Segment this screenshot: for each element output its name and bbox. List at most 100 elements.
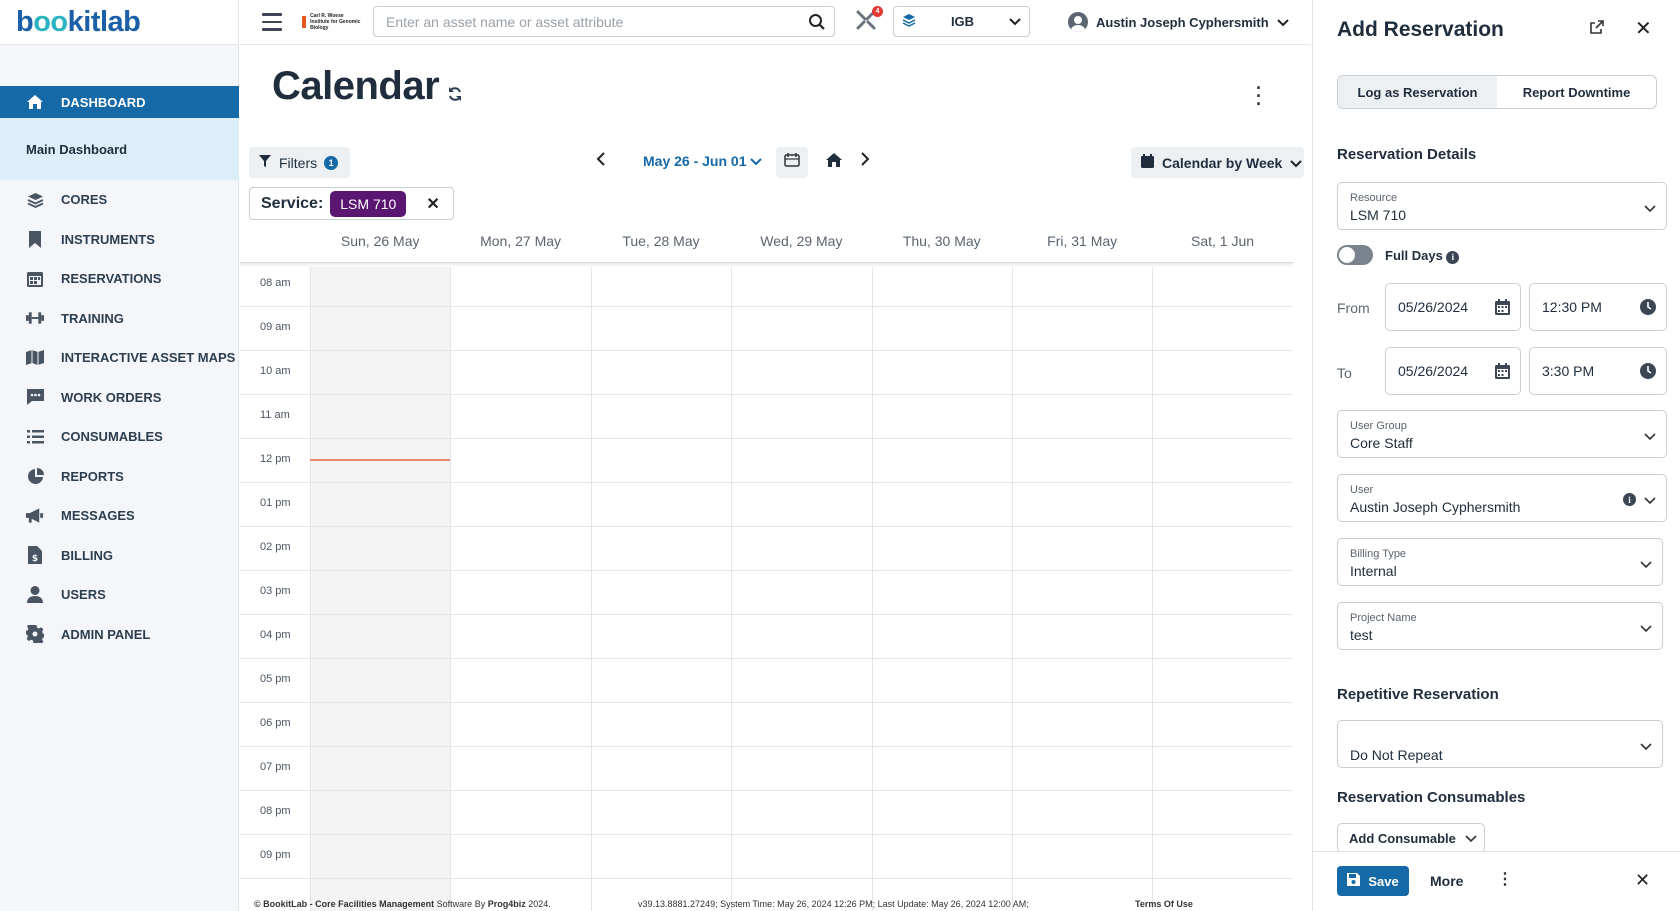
sidebar-item-work-orders[interactable]: WORK ORDERS <box>0 378 239 418</box>
tab-log-as-reservation[interactable]: Log as Reservation <box>1338 76 1497 108</box>
time-slot-row[interactable]: 05 pm <box>240 659 1293 703</box>
sidebar-item-reservations[interactable]: RESERVATIONS <box>0 259 239 299</box>
calendar-grid[interactable]: 08 am 09 am 10 am 11 am 12 pm 01 pm 02 pm 03 pm… <box>240 262 1293 911</box>
page-footer: © BookitLab - Core Facilities Management… <box>254 899 1193 909</box>
calendar-view-selector[interactable]: Calendar by Week <box>1131 147 1304 178</box>
sidebar-item-reports[interactable]: REPORTS <box>0 457 239 497</box>
day-header[interactable]: Mon, 27 May <box>450 226 590 257</box>
clock-icon[interactable] <box>1640 363 1656 382</box>
close-icon[interactable]: ✕ <box>1635 870 1650 891</box>
hour-label: 04 pm <box>260 629 291 641</box>
date-range-picker[interactable]: May 26 - Jun 01 <box>643 153 763 169</box>
next-week-chevron-icon[interactable] <box>860 151 870 172</box>
repeat-select[interactable]: Do Not Repeat <box>1337 720 1663 768</box>
gear-icon <box>26 625 44 644</box>
terms-of-use-link[interactable]: Terms Of Use <box>1135 899 1193 909</box>
user-menu[interactable]: Austin Joseph Cyphersmith <box>1068 9 1289 35</box>
day-header[interactable]: Sat, 1 Jun <box>1152 226 1292 257</box>
today-home-button[interactable] <box>818 147 850 178</box>
institution-logo: Carl R. Woese Institute for Genomic Biol… <box>302 13 364 31</box>
save-button[interactable]: Save <box>1337 866 1409 896</box>
chevron-down-icon <box>1644 492 1656 510</box>
user-group-select[interactable]: User Group Core Staff <box>1337 410 1667 458</box>
hamburger-menu-icon[interactable] <box>262 13 282 31</box>
time-slot-row[interactable]: 06 pm <box>240 703 1293 747</box>
panel-footer: Save More ⋮ ✕ <box>1313 851 1680 911</box>
page-options-kebab-icon[interactable]: · · · <box>1256 79 1262 113</box>
user-avatar-icon <box>1068 12 1088 32</box>
bookmark-icon <box>26 230 44 248</box>
filters-button[interactable]: Filters 1 <box>249 147 350 178</box>
tools-button[interactable]: 4 <box>853 6 883 35</box>
search-input[interactable] <box>374 13 800 30</box>
add-consumable-button[interactable]: Add Consumable <box>1337 823 1485 853</box>
tab-report-downtime[interactable]: Report Downtime <box>1497 76 1656 108</box>
core-selector[interactable]: IGB <box>893 6 1030 37</box>
home-icon <box>26 93 44 111</box>
svg-text:$: $ <box>32 554 38 564</box>
project-name-select[interactable]: Project Name test <box>1337 602 1663 650</box>
refresh-icon[interactable] <box>447 86 463 107</box>
sidebar-item-consumables[interactable]: CONSUMABLES <box>0 417 239 457</box>
time-slot-row[interactable]: 02 pm <box>240 527 1293 571</box>
close-panel-icon[interactable]: ✕ <box>1635 16 1652 41</box>
from-date-input[interactable]: 05/26/2024 <box>1385 283 1521 331</box>
full-days-toggle[interactable] <box>1337 245 1373 265</box>
to-date-input[interactable]: 05/26/2024 <box>1385 347 1521 395</box>
hour-label: 08 am <box>260 277 291 289</box>
clock-icon[interactable] <box>1640 299 1656 318</box>
resource-select[interactable]: Resource LSM 710 <box>1337 182 1667 230</box>
floppy-disk-icon <box>1347 873 1361 889</box>
to-time-input[interactable]: 3:30 PM <box>1529 347 1667 395</box>
hour-label: 12 pm <box>260 453 291 465</box>
hour-label: 06 pm <box>260 717 291 729</box>
open-external-icon[interactable] <box>1589 19 1605 40</box>
time-slot-row[interactable]: 10 am <box>240 351 1293 395</box>
info-icon[interactable]: i <box>1446 250 1460 264</box>
time-slot-row[interactable]: 11 am <box>240 395 1293 439</box>
calendar-date-button[interactable] <box>776 147 808 178</box>
remove-filter-close-icon[interactable]: ✕ <box>426 194 439 214</box>
sidebar-item-billing[interactable]: $ BILLING <box>0 536 239 576</box>
sidebar-item-training[interactable]: TRAINING <box>0 299 239 339</box>
info-icon[interactable]: i <box>1623 493 1636 506</box>
calendar-icon[interactable] <box>1495 363 1510 382</box>
sidebar-item-interactive-asset-maps[interactable]: INTERACTIVE ASSET MAPS <box>0 338 239 378</box>
time-slot-row[interactable]: 09 pm <box>240 835 1293 879</box>
day-header[interactable]: Tue, 28 May <box>591 226 731 257</box>
time-slot-row[interactable]: 01 pm <box>240 483 1293 527</box>
time-slot-row[interactable]: 08 am <box>240 263 1293 307</box>
day-header[interactable]: Thu, 30 May <box>872 226 1012 257</box>
day-header[interactable]: Fri, 31 May <box>1012 226 1152 257</box>
sidebar-item-users[interactable]: USERS <box>0 575 239 615</box>
time-slot-row[interactable]: 03 pm <box>240 571 1293 615</box>
sidebar-item-dashboard[interactable]: DASHBOARD <box>0 86 239 118</box>
user-select[interactable]: User Austin Joseph Cyphersmith i <box>1337 474 1667 522</box>
billing-type-select[interactable]: Billing Type Internal <box>1337 538 1663 586</box>
sidebar-item-main-dashboard[interactable]: Main Dashboard <box>0 118 239 180</box>
time-slot-row[interactable]: 07 pm <box>240 747 1293 791</box>
calendar-icon[interactable] <box>1495 299 1510 318</box>
time-slot-row[interactable]: 04 pm <box>240 615 1293 659</box>
time-slot-row[interactable]: 12 pm <box>240 439 1293 483</box>
more-button[interactable]: More <box>1430 873 1463 889</box>
chevron-down-icon <box>1640 556 1652 574</box>
time-slot-row[interactable]: 09 am <box>240 307 1293 351</box>
time-slot-row[interactable]: 08 pm <box>240 791 1293 835</box>
from-time-input[interactable]: 12:30 PM <box>1529 283 1667 331</box>
search-icon[interactable] <box>800 13 834 31</box>
sidebar-nav: CORES INSTRUMENTS RESERVATIONS TRAINING INTE… <box>0 180 239 654</box>
previous-week-chevron-icon[interactable] <box>596 151 606 172</box>
sidebar-item-messages[interactable]: MESSAGES <box>0 496 239 536</box>
sidebar-item-instruments[interactable]: INSTRUMENTS <box>0 220 239 260</box>
filter-icon <box>258 154 272 171</box>
sidebar-item-admin-panel[interactable]: ADMIN PANEL <box>0 615 239 655</box>
reservation-consumables-heading: Reservation Consumables <box>1337 789 1526 806</box>
sidebar-item-cores[interactable]: CORES <box>0 180 239 220</box>
service-value-pill: LSM 710 <box>330 190 407 217</box>
hour-label: 08 pm <box>260 805 291 817</box>
more-options-kebab-icon[interactable]: ⋮ <box>1497 869 1513 889</box>
day-header[interactable]: Sun, 26 May <box>310 226 450 257</box>
bookitlab-logo[interactable]: b oo kitlab <box>0 0 238 45</box>
day-header[interactable]: Wed, 29 May <box>731 226 871 257</box>
